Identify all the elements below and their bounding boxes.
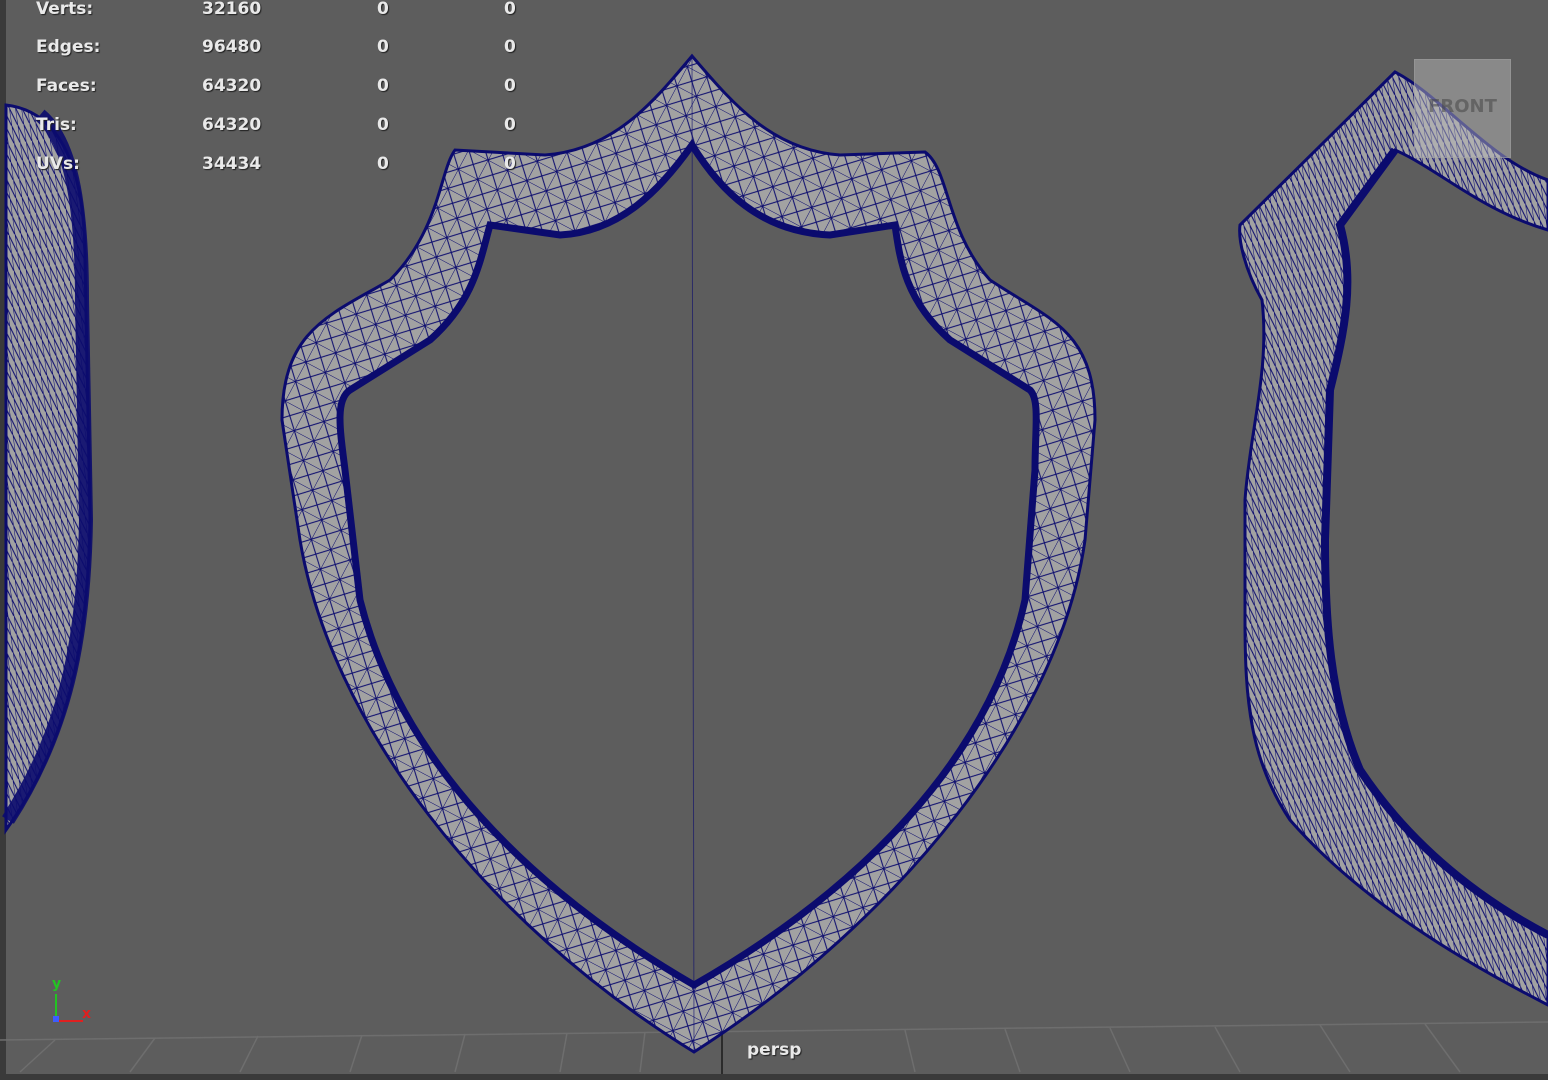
hud-value: 34434 — [202, 154, 262, 174]
hud-row-faces: Faces: 64320 0 0 — [0, 76, 540, 100]
hud-label: Edges: — [36, 37, 101, 57]
hud-row-verts: Verts: 32160 0 0 — [0, 0, 540, 23]
hud-value: 0 — [504, 37, 516, 57]
hud-row-tris: Tris: 64320 0 0 — [0, 115, 540, 139]
hud-row-edges: Edges: 96480 0 0 — [0, 37, 540, 61]
axis-x-label: x — [82, 1006, 92, 1022]
hud-label: UVs: — [36, 154, 80, 174]
shield-left-mesh[interactable] — [2, 103, 94, 835]
hud-label: Verts: — [36, 0, 94, 19]
axis-x-line — [55, 1020, 83, 1022]
view-cube-icon[interactable]: FRONT — [1414, 59, 1511, 158]
hud-value: 0 — [504, 76, 516, 96]
hud-row-uvs: UVs: 34434 0 0 — [0, 154, 540, 178]
hud-label: Faces: — [36, 76, 97, 96]
hud-value: 64320 — [202, 76, 262, 96]
axis-gizmo-icon: y x — [46, 976, 96, 1030]
axis-z-marker — [53, 1016, 59, 1022]
hud-value: 0 — [504, 0, 516, 19]
shield-right-mesh[interactable] — [1238, 70, 1548, 1007]
hud-value: 96480 — [202, 37, 262, 57]
hud-value: 0 — [377, 37, 389, 57]
hud-value: 0 — [377, 154, 389, 174]
hud-value: 64320 — [202, 115, 262, 135]
hud-value: 32160 — [202, 0, 262, 19]
hud-label: Tris: — [36, 115, 77, 135]
hud-value: 0 — [504, 154, 516, 174]
hud-value: 0 — [377, 0, 389, 19]
view-cube-label: FRONT — [1428, 96, 1497, 117]
axis-y-label: y — [52, 976, 62, 992]
hud-value: 0 — [504, 115, 516, 135]
camera-label: persp — [747, 1040, 802, 1060]
hud-value: 0 — [377, 115, 389, 135]
shield-center-mesh[interactable] — [280, 53, 1097, 1054]
hud-value: 0 — [377, 76, 389, 96]
persp-viewport[interactable]: Verts: 32160 0 0 Edges: 96480 0 0 Faces:… — [0, 0, 1548, 1080]
